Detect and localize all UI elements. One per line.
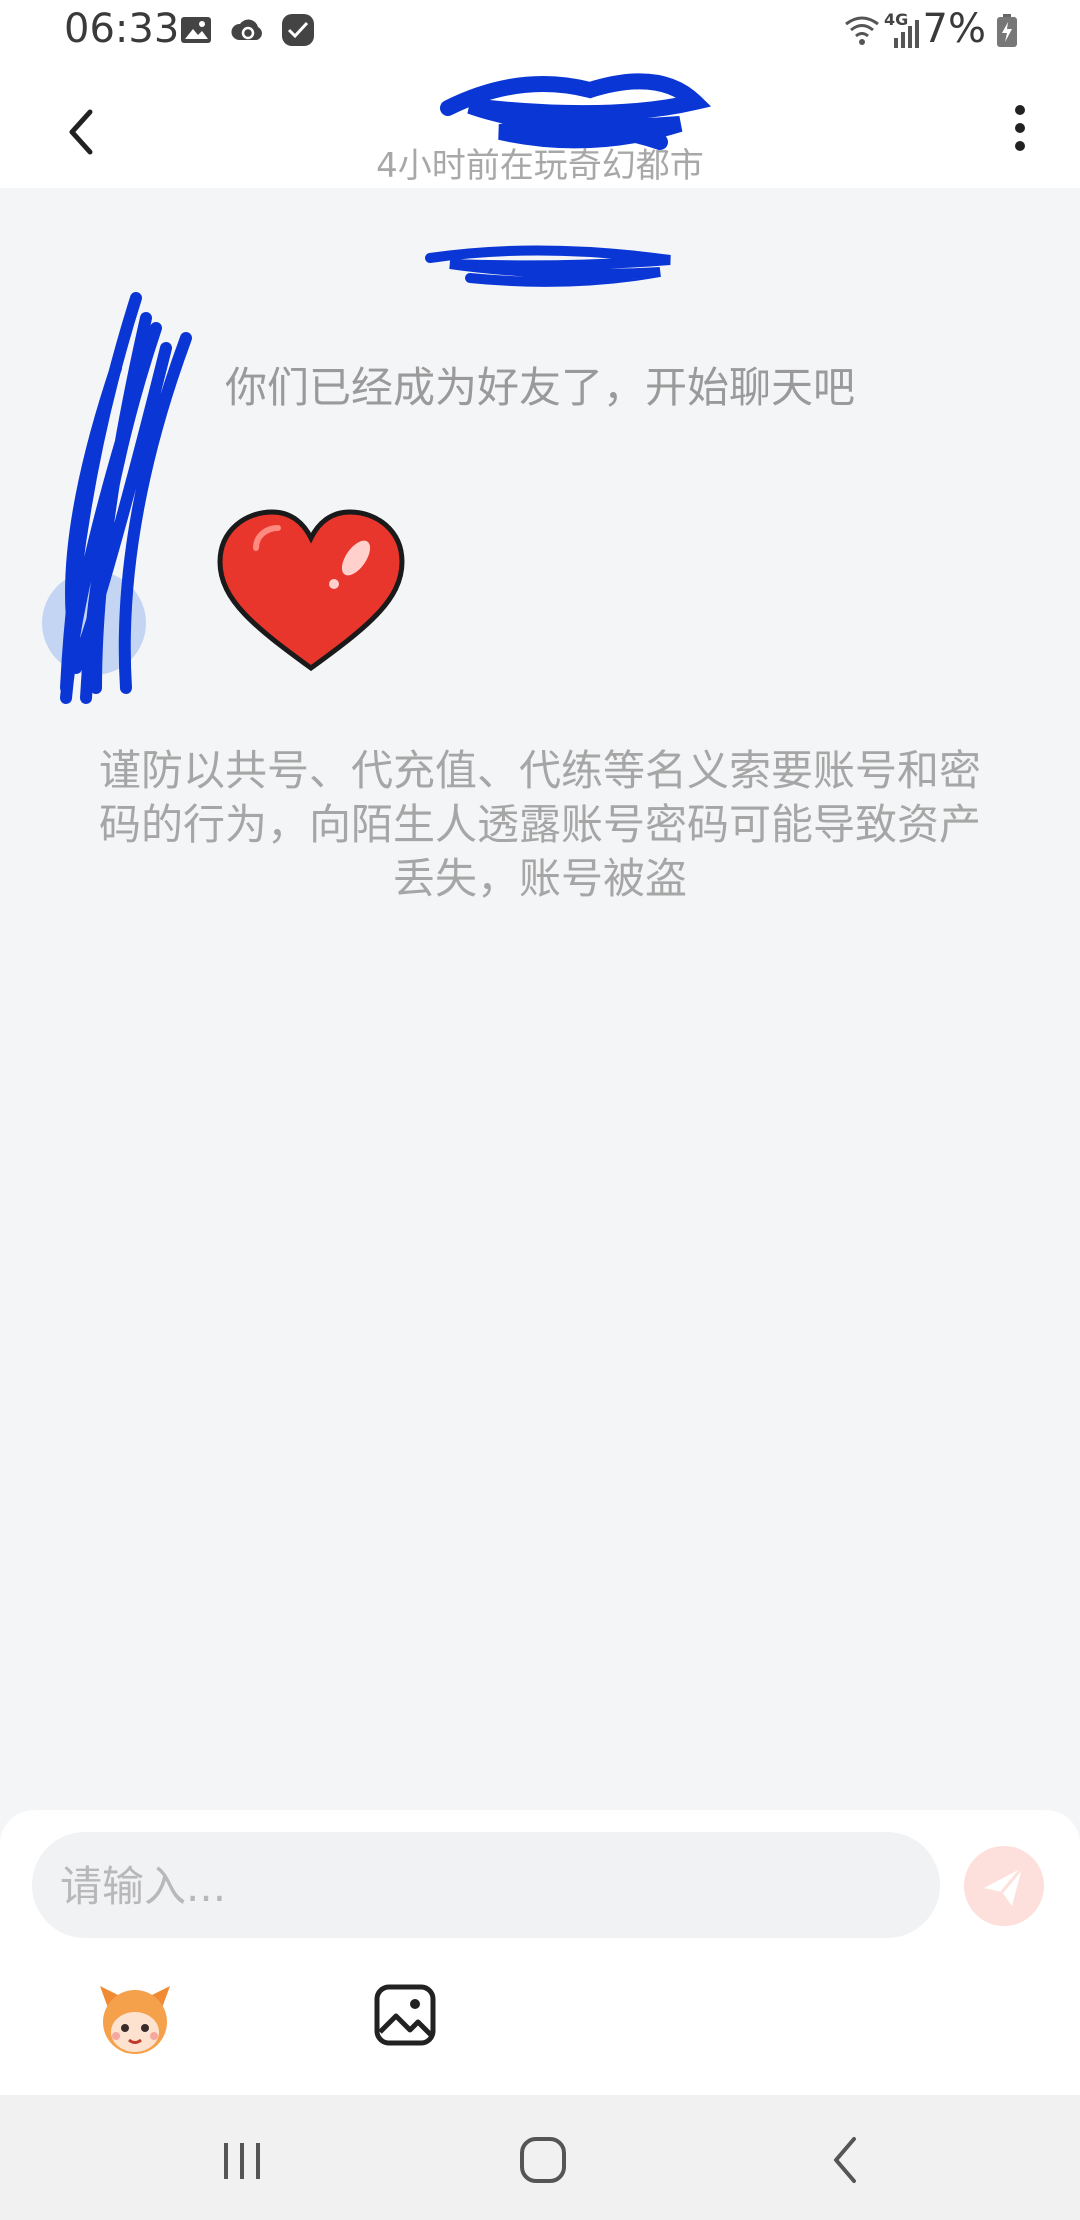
more-vertical-icon[interactable] (996, 98, 1044, 162)
cloud-sync-icon (231, 19, 262, 40)
avatar-redacted[interactable] (36, 288, 206, 708)
input-panel (0, 1810, 1080, 2095)
image-icon[interactable] (372, 1982, 438, 2048)
system-back-button[interactable] (830, 2135, 860, 2185)
system-nav-bar (0, 2095, 1080, 2220)
image-icon (181, 17, 211, 43)
chat-title-redacted (425, 245, 671, 287)
message-input-box[interactable] (32, 1832, 940, 1940)
mascot-emoji-icon[interactable] (94, 1978, 176, 2060)
heart-sticker (217, 509, 405, 672)
app-check-icon (282, 14, 314, 46)
contact-status: 4小时前在玩奇幻都市 (376, 146, 704, 186)
chat-header: 4小时前在玩奇幻都市 (0, 62, 1080, 188)
message-input[interactable] (58, 1832, 922, 1940)
security-warning: 谨防以共号、代充值、代练等名义索要账号和密码的行为，向陌生人透露账号密码可能导致… (98, 746, 981, 903)
battery-charging-icon (997, 14, 1017, 47)
signal-icon (894, 20, 919, 48)
send-button[interactable] (964, 1846, 1044, 1926)
status-time: 06:33 (64, 6, 180, 52)
wifi-icon (845, 16, 879, 45)
status-bar: 06:33 4G 7% (0, 0, 1080, 62)
home-button[interactable] (518, 2135, 568, 2185)
recent-apps-button[interactable] (220, 2141, 264, 2181)
chat-area[interactable]: 你们已经成为好友了，开始聊天吧 谨防以共号、代充值、代练等名义索要账号和密码的行… (0, 188, 1080, 1810)
battery-percent: 7% (922, 6, 986, 52)
